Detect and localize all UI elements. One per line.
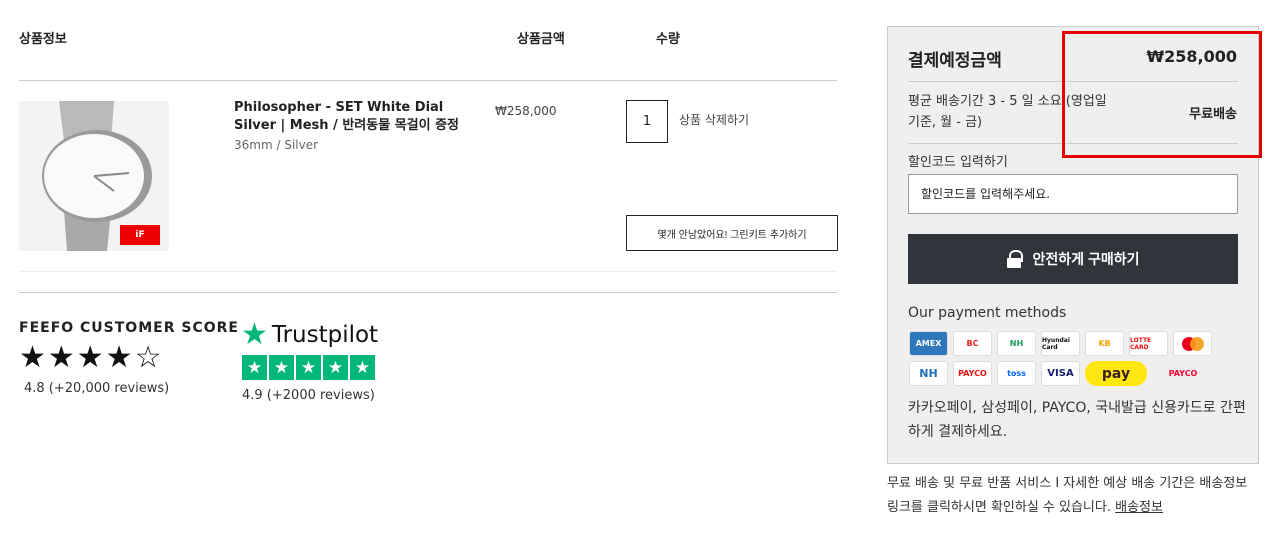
product-variant: 36mm / Silver xyxy=(234,138,319,152)
reviews-divider xyxy=(19,292,837,293)
trustpilot-star-icon: ★ xyxy=(269,355,294,380)
feefo-stars: ★★★★☆ xyxy=(19,340,164,375)
kakao-pay-icon: pay xyxy=(1085,361,1147,386)
trustpilot-stars: ★ ★ ★ ★ ★ xyxy=(242,355,375,380)
discount-code-input[interactable] xyxy=(908,174,1238,214)
header-divider xyxy=(19,80,837,81)
trustpilot-star-icon: ★ xyxy=(350,355,375,380)
quantity-field[interactable]: 1 xyxy=(626,100,668,143)
nh-card-icon: NH xyxy=(997,331,1036,356)
summary-title: 결제예정금액 xyxy=(908,51,1002,71)
header-price: 상품금액 xyxy=(517,32,565,47)
hyundai-card-icon: Hyundai Card xyxy=(1041,331,1080,356)
trustpilot-score: 4.9 (+2000 reviews) xyxy=(242,388,375,403)
checkout-label: 안전하게 구매하기 xyxy=(1032,251,1140,267)
trustpilot-star-icon: ★ xyxy=(241,317,268,352)
delete-product-link[interactable]: 상품 삭제하기 xyxy=(679,111,749,128)
kb-card-icon: KB xyxy=(1085,331,1124,356)
trustpilot-logo: ★ Trustpilot xyxy=(241,320,378,350)
payco-alt-icon: PAYCO xyxy=(1168,369,1198,378)
bc-card-icon: BC xyxy=(953,331,992,356)
payment-description: 카카오페이, 삼성페이, PAYCO, 국내발급 신용카드로 간편하게 결제하세… xyxy=(908,400,1246,440)
amex-icon: AMEX xyxy=(909,331,948,356)
trustpilot-star-icon: ★ xyxy=(323,355,348,380)
trustpilot-star-icon: ★ xyxy=(296,355,321,380)
lotte-card-icon: LOTTE CARD xyxy=(1129,331,1168,356)
toss-icon: toss xyxy=(997,361,1036,386)
add-green-kit-button[interactable]: 몇개 안남았어요! 그린키트 추가하기 xyxy=(626,215,838,251)
product-name[interactable]: Philosopher - SET White Dial Silver | Me… xyxy=(234,99,474,135)
award-badge: iF xyxy=(120,225,160,245)
product-thumbnail[interactable]: iF xyxy=(19,101,169,251)
payco-icon: PAYCO xyxy=(953,361,992,386)
feefo-title: FEEFO CUSTOMER SCORE xyxy=(19,320,239,336)
payment-methods-title: Our payment methods xyxy=(908,305,1067,321)
visa-icon: VISA xyxy=(1041,361,1080,386)
discount-label: 할인코드 입력하기 xyxy=(908,155,1008,170)
lock-icon xyxy=(1006,250,1023,268)
secure-checkout-button[interactable]: 안전하게 구매하기 xyxy=(908,234,1238,284)
trustpilot-star-icon: ★ xyxy=(242,355,267,380)
highlight-box xyxy=(1062,31,1262,158)
feefo-score: 4.8 (+20,000 reviews) xyxy=(24,381,170,396)
product-divider xyxy=(19,271,837,272)
footer-note-text: 무료 배송 및 무료 반품 서비스 I 자세한 예상 배송 기간은 배송정보 링… xyxy=(887,476,1248,515)
nh-pay-icon: NH xyxy=(909,361,948,386)
header-quantity: 수량 xyxy=(656,32,680,47)
mastercard-icon xyxy=(1173,331,1212,356)
shipping-footer-note: 무료 배송 및 무료 반품 서비스 I 자세한 예상 배송 기간은 배송정보 링… xyxy=(887,472,1262,520)
payment-methods-list: AMEX BC NH Hyundai Card KB LOTTE CARD NH… xyxy=(909,331,1219,386)
shipping-info-link[interactable]: 배송정보 xyxy=(1115,500,1163,515)
trustpilot-name: Trustpilot xyxy=(271,322,379,348)
product-price: ₩258,000 xyxy=(495,104,557,118)
header-product-info: 상품정보 xyxy=(19,32,67,47)
